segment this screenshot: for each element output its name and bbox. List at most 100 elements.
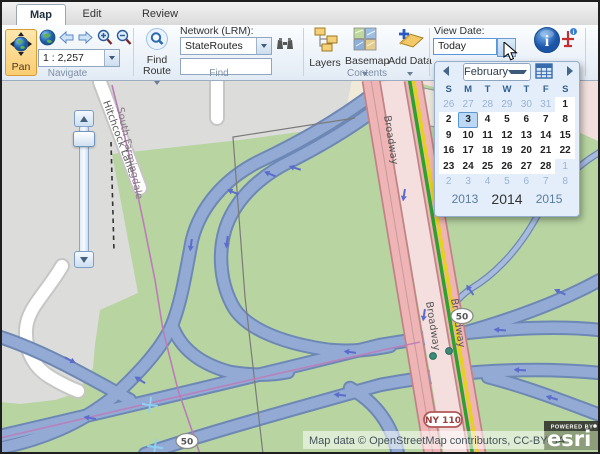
tab-map[interactable]: Map — [16, 4, 66, 26]
tab-edit[interactable]: Edit — [74, 4, 110, 25]
calendar-day[interactable]: 6 — [517, 174, 536, 189]
calendar-day[interactable]: 8 — [555, 174, 574, 189]
calendar-day[interactable]: 20 — [517, 143, 536, 158]
chevron-down-icon — [109, 56, 115, 60]
calendar-day[interactable]: 2 — [439, 174, 458, 189]
identify-route-icon: i — [559, 27, 579, 49]
zoom-slider-down-button[interactable] — [74, 251, 94, 268]
group-caption-navigate: Navigate — [5, 68, 130, 79]
map-scale-value: 1 : 2,257 — [39, 52, 104, 64]
calendar-day[interactable]: 28 — [478, 97, 497, 112]
calendar-year[interactable]: 2013 — [452, 192, 479, 206]
calendar-day[interactable]: 21 — [536, 143, 555, 158]
calendar-grid-view-button[interactable] — [535, 63, 553, 79]
calendar-day-header: W — [497, 84, 516, 97]
calendar-next-month-button[interactable] — [567, 66, 573, 76]
chevron-down-icon — [504, 46, 510, 50]
calendar-day[interactable]: 11 — [478, 128, 497, 143]
calendar-day[interactable]: 25 — [478, 159, 497, 174]
calendar-day[interactable]: 7 — [536, 174, 555, 189]
network-lrm-label: Network (LRM): — [180, 25, 254, 37]
calendar-day[interactable]: 31 — [536, 97, 555, 112]
calendar-day[interactable]: 9 — [439, 128, 458, 143]
calendar-prev-month-button[interactable] — [443, 66, 449, 76]
chevron-down-icon — [508, 70, 527, 74]
calendar-day[interactable]: 17 — [458, 143, 477, 158]
calendar-grid-icon — [535, 63, 553, 79]
forward-arrow-icon — [78, 31, 93, 44]
calendar-day[interactable]: 22 — [555, 143, 574, 158]
calendar-day[interactable]: 15 — [555, 128, 574, 143]
view-date-input[interactable]: Today — [433, 38, 497, 55]
find-route-icon — [145, 27, 169, 51]
calendar-day-header: F — [536, 84, 555, 97]
info-button[interactable]: i — [533, 26, 561, 59]
calendar-day[interactable]: 10 — [458, 128, 477, 143]
zoom-slider-up-button[interactable] — [74, 110, 94, 127]
calendar-day[interactable]: 3 — [458, 112, 477, 127]
add-data-label: Add Data — [388, 55, 432, 67]
calendar-day[interactable]: 8 — [555, 112, 574, 127]
calendar-day[interactable]: 12 — [497, 128, 516, 143]
calendar-day[interactable]: 26 — [439, 97, 458, 112]
calendar-day[interactable]: 1 — [555, 97, 574, 112]
view-date-dropdown-button[interactable] — [497, 38, 516, 57]
calendar-day[interactable]: 16 — [439, 143, 458, 158]
calendar-day[interactable]: 13 — [517, 128, 536, 143]
calendar-month-dropdown[interactable]: February — [463, 63, 531, 81]
calendar-day[interactable]: 14 — [536, 128, 555, 143]
network-dropdown-button[interactable] — [256, 38, 271, 54]
calendar-day[interactable]: 30 — [517, 97, 536, 112]
calendar-day[interactable]: 28 — [536, 159, 555, 174]
calendar-year[interactable]: 2014 — [491, 191, 522, 207]
tab-review[interactable]: Review — [138, 4, 182, 25]
view-date-label: View Date: — [434, 25, 485, 37]
binoculars-icon — [276, 36, 294, 53]
full-extent-button[interactable] — [39, 29, 56, 51]
calendar-year[interactable]: 2015 — [536, 192, 563, 206]
calendar-day[interactable]: 4 — [478, 174, 497, 189]
identify-route-button[interactable]: i — [559, 27, 579, 54]
attribution-text: Map data © OpenStreetMap contributors, C… — [309, 435, 566, 447]
calendar-day[interactable]: 1 — [555, 159, 574, 174]
calendar-day[interactable]: 26 — [497, 159, 516, 174]
zoom-out-button[interactable] — [116, 29, 132, 51]
chevron-down-icon — [261, 44, 267, 48]
search-routes-button[interactable] — [276, 36, 294, 58]
calendar-day[interactable]: 5 — [497, 174, 516, 189]
calendar-day[interactable]: 6 — [517, 112, 536, 127]
shield-ny110: NY 110 — [425, 416, 461, 426]
calendar-day-header: T — [478, 84, 497, 97]
calendar-day[interactable]: 4 — [478, 112, 497, 127]
calendar-day[interactable]: 27 — [458, 97, 477, 112]
calendar-day-grid: 2627282930311234567891011121314151617181… — [435, 97, 579, 189]
calendar-day[interactable]: 2 — [439, 112, 458, 127]
calendar-day[interactable]: 3 — [458, 174, 477, 189]
calendar-day[interactable]: 29 — [497, 97, 516, 112]
down-arrow-icon — [80, 257, 88, 263]
group-caption-find: Find — [138, 68, 300, 79]
calendar-day[interactable]: 19 — [497, 143, 516, 158]
svg-text:i: i — [545, 33, 550, 50]
calendar-day[interactable]: 5 — [497, 112, 516, 127]
calendar-day[interactable]: 27 — [517, 159, 536, 174]
shield-50-b: 50 — [181, 438, 194, 448]
calendar-day[interactable]: 24 — [458, 159, 477, 174]
calendar-month-label: February — [464, 66, 508, 78]
calendar-day[interactable]: 18 — [478, 143, 497, 158]
calendar-day[interactable]: 23 — [439, 159, 458, 174]
scale-dropdown-button[interactable] — [104, 50, 119, 66]
previous-extent-button[interactable] — [59, 31, 74, 49]
zoom-in-button[interactable] — [97, 29, 113, 51]
calendar-day-headers: SMTWTFS — [435, 84, 579, 97]
basemap-icon — [353, 27, 377, 51]
calendar-year-selector: 2013 2014 2015 — [435, 189, 579, 209]
pan-globe-icon — [10, 32, 32, 56]
zoom-slider-handle[interactable] — [73, 131, 95, 147]
layers-button[interactable]: Layers — [307, 27, 343, 73]
calendar-day[interactable]: 7 — [536, 112, 555, 127]
network-combobox[interactable]: StateRoutes — [180, 37, 272, 55]
next-extent-button[interactable] — [78, 31, 93, 49]
calendar-day-header: S — [556, 84, 575, 97]
map-scale-combobox[interactable]: 1 : 2,257 — [38, 49, 120, 67]
